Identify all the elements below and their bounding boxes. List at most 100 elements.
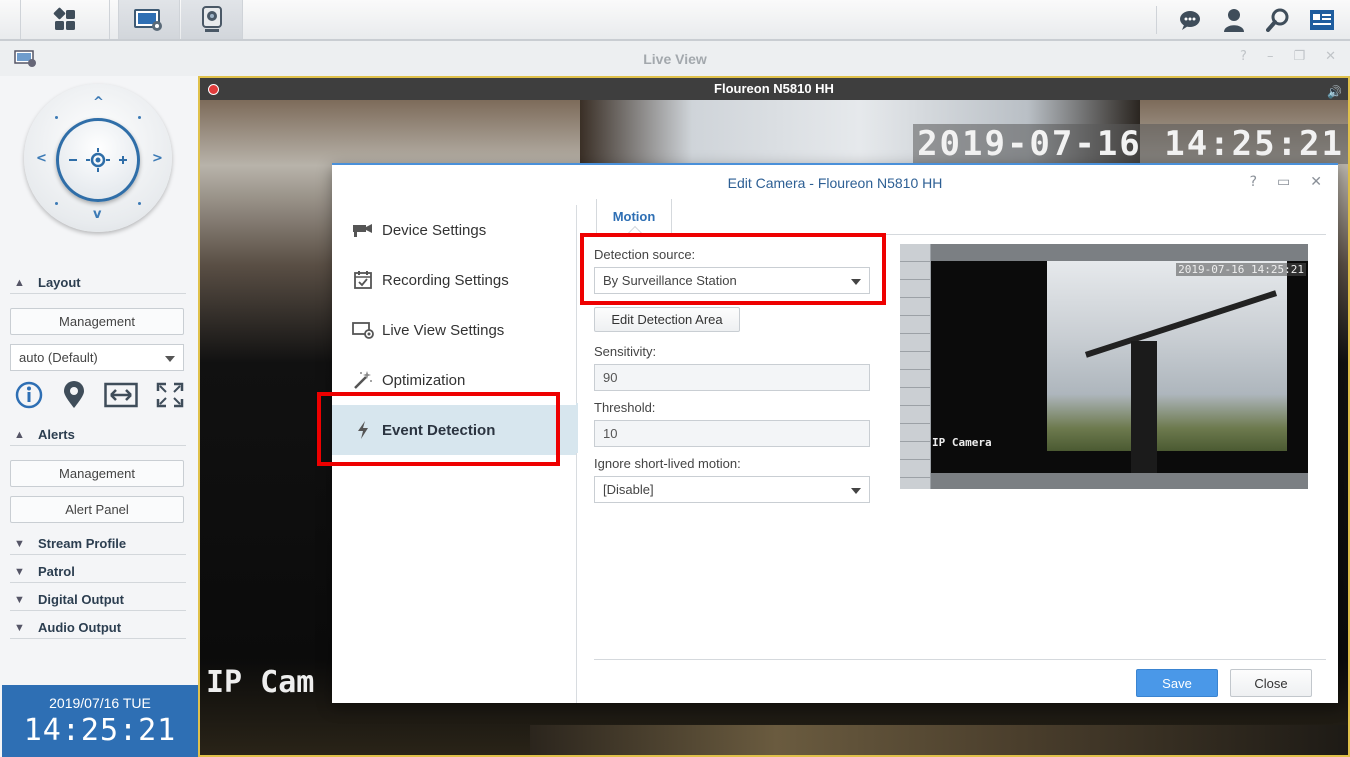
preview-camera-label: IP Camera	[932, 436, 992, 449]
record-indicator-icon	[208, 84, 219, 95]
chevron-up-icon: ▲	[14, 276, 25, 289]
surveillance-station-button[interactable]	[118, 0, 180, 39]
chevron-down-icon: ▼	[14, 537, 25, 550]
left-panel: ^ v < > ▲ Layout Management auto (Defaul…	[0, 76, 198, 757]
nav-selection-extension	[576, 403, 578, 453]
ignore-motion-select[interactable]: [Disable]	[594, 476, 870, 503]
tab-bar: Motion	[594, 199, 1326, 241]
taskbar	[0, 0, 1350, 41]
stream-profile-label: Stream Profile	[38, 536, 127, 551]
nav-device-settings[interactable]: Device Settings	[332, 205, 576, 255]
chevron-up-icon: ▲	[14, 428, 25, 441]
nav-label: Event Detection	[382, 421, 496, 439]
ip-camera-button[interactable]	[181, 0, 243, 39]
search-button[interactable]	[1256, 0, 1300, 39]
alert-panel-button[interactable]: Alert Panel	[10, 496, 184, 523]
camera-title: Floureon N5810 HH	[714, 81, 834, 96]
dialog-help-button[interactable]: ?	[1250, 174, 1257, 190]
alerts-header-label: Alerts	[38, 427, 75, 442]
location-pin-icon[interactable]	[62, 381, 86, 409]
digital-output-label: Digital Output	[38, 592, 124, 607]
preview-timestamp: 2019-07-16 14:25:21	[1176, 263, 1306, 276]
ptz-down-icon[interactable]: v	[93, 208, 101, 221]
threshold-label: Threshold:	[594, 400, 656, 415]
dialog-footer-divider	[594, 659, 1326, 660]
fullscreen-icon[interactable]	[156, 382, 184, 408]
chevron-down-icon: ▼	[14, 621, 25, 634]
widgets-button[interactable]	[1300, 0, 1344, 39]
layout-select-value: auto (Default)	[19, 350, 98, 365]
stream-profile-section[interactable]: ▼ Stream Profile	[10, 533, 186, 555]
close-button[interactable]: Close	[1230, 669, 1312, 697]
fit-width-icon[interactable]	[104, 382, 138, 408]
nav-live-view-settings[interactable]: Live View Settings	[332, 305, 576, 355]
nav-optimization[interactable]: Optimization	[332, 355, 576, 405]
ignore-motion-label: Ignore short-lived motion:	[594, 456, 741, 471]
chevron-down-icon	[851, 279, 861, 285]
search-icon	[1266, 8, 1289, 32]
chevron-down-icon	[165, 356, 175, 362]
webcam-icon	[201, 5, 222, 32]
dialog-maximize-button[interactable]: ▭	[1277, 174, 1290, 190]
audio-output-section[interactable]: ▼ Audio Output	[10, 617, 186, 639]
nav-event-detection[interactable]: Event Detection	[332, 405, 576, 455]
grid-icon	[53, 7, 75, 30]
chat-icon	[1180, 10, 1200, 30]
maximize-button[interactable]: ❐	[1293, 49, 1305, 64]
preview-post	[1131, 341, 1157, 473]
chevron-down-icon: ▼	[14, 593, 25, 606]
detection-source-value: By Surveillance Station	[603, 273, 737, 288]
alerts-management-button[interactable]: Management	[10, 460, 184, 487]
edit-detection-area-button[interactable]: Edit Detection Area	[594, 307, 740, 332]
user-button[interactable]	[1212, 0, 1256, 39]
preview-grid	[900, 244, 931, 489]
help-button[interactable]: ?	[1240, 49, 1247, 64]
digital-output-section[interactable]: ▼ Digital Output	[10, 589, 186, 611]
ptz-up-icon[interactable]: ^	[93, 96, 104, 109]
detection-source-label: Detection source:	[594, 247, 696, 262]
layout-section-header[interactable]: ▲ Layout	[10, 272, 186, 294]
edit-camera-dialog: Edit Camera - Floureon N5810 HH ? ▭ ✕ De…	[332, 163, 1338, 703]
nav-label: Recording Settings	[382, 271, 509, 289]
nav-label: Live View Settings	[382, 321, 505, 339]
sensitivity-label: Sensitivity:	[594, 344, 657, 359]
ptz-dot	[138, 116, 141, 119]
motion-preview[interactable]: 2019-07-16 14:25:21 IP Camera	[900, 244, 1308, 489]
minimize-button[interactable]: –	[1267, 49, 1274, 64]
info-icon[interactable]	[14, 380, 44, 410]
main-menu-button[interactable]	[20, 0, 110, 39]
dialog-nav-divider	[576, 205, 577, 703]
camera-osd-label: IP Cam	[206, 665, 315, 700]
date-time-widget: 2019/07/16 TUE 14:25:21	[2, 685, 198, 757]
chat-button[interactable]	[1168, 0, 1212, 39]
patrol-label: Patrol	[38, 564, 75, 579]
threshold-input[interactable]: 10	[594, 420, 870, 447]
lightning-icon	[352, 420, 374, 440]
chevron-down-icon	[851, 488, 861, 494]
close-window-button[interactable]: ✕	[1325, 49, 1336, 64]
dialog-close-icon[interactable]: ✕	[1310, 174, 1322, 190]
clock-date: 2019/07/16 TUE	[49, 695, 151, 711]
nav-label: Device Settings	[382, 221, 487, 239]
calendar-check-icon	[352, 270, 374, 290]
preview-border	[931, 473, 1308, 489]
layout-management-button[interactable]: Management	[10, 308, 184, 335]
patrol-section[interactable]: ▼ Patrol	[10, 561, 186, 583]
detection-source-select[interactable]: By Surveillance Station	[594, 267, 870, 294]
alerts-section-header[interactable]: ▲ Alerts	[10, 424, 186, 446]
preview-image: 2019-07-16 14:25:21 IP Camera	[931, 261, 1308, 473]
camera-osd-timestamp: 2019-07-16 14:25:21	[913, 124, 1348, 164]
ptz-center[interactable]	[56, 118, 140, 202]
layout-header-label: Layout	[38, 275, 81, 290]
dialog-nav: Device Settings Recording Settings Live …	[332, 205, 576, 703]
magic-wand-icon	[352, 370, 374, 390]
layout-select[interactable]: auto (Default)	[10, 344, 184, 371]
surveillance-icon	[134, 8, 162, 31]
nav-recording-settings[interactable]: Recording Settings	[332, 255, 576, 305]
ptz-right-icon[interactable]: >	[152, 152, 163, 165]
ptz-left-icon[interactable]: <	[36, 152, 47, 165]
taskbar-divider	[1156, 6, 1157, 34]
sensitivity-input[interactable]: 90	[594, 364, 870, 391]
ptz-control[interactable]: ^ v < >	[24, 84, 172, 232]
save-button[interactable]: Save	[1136, 669, 1218, 697]
